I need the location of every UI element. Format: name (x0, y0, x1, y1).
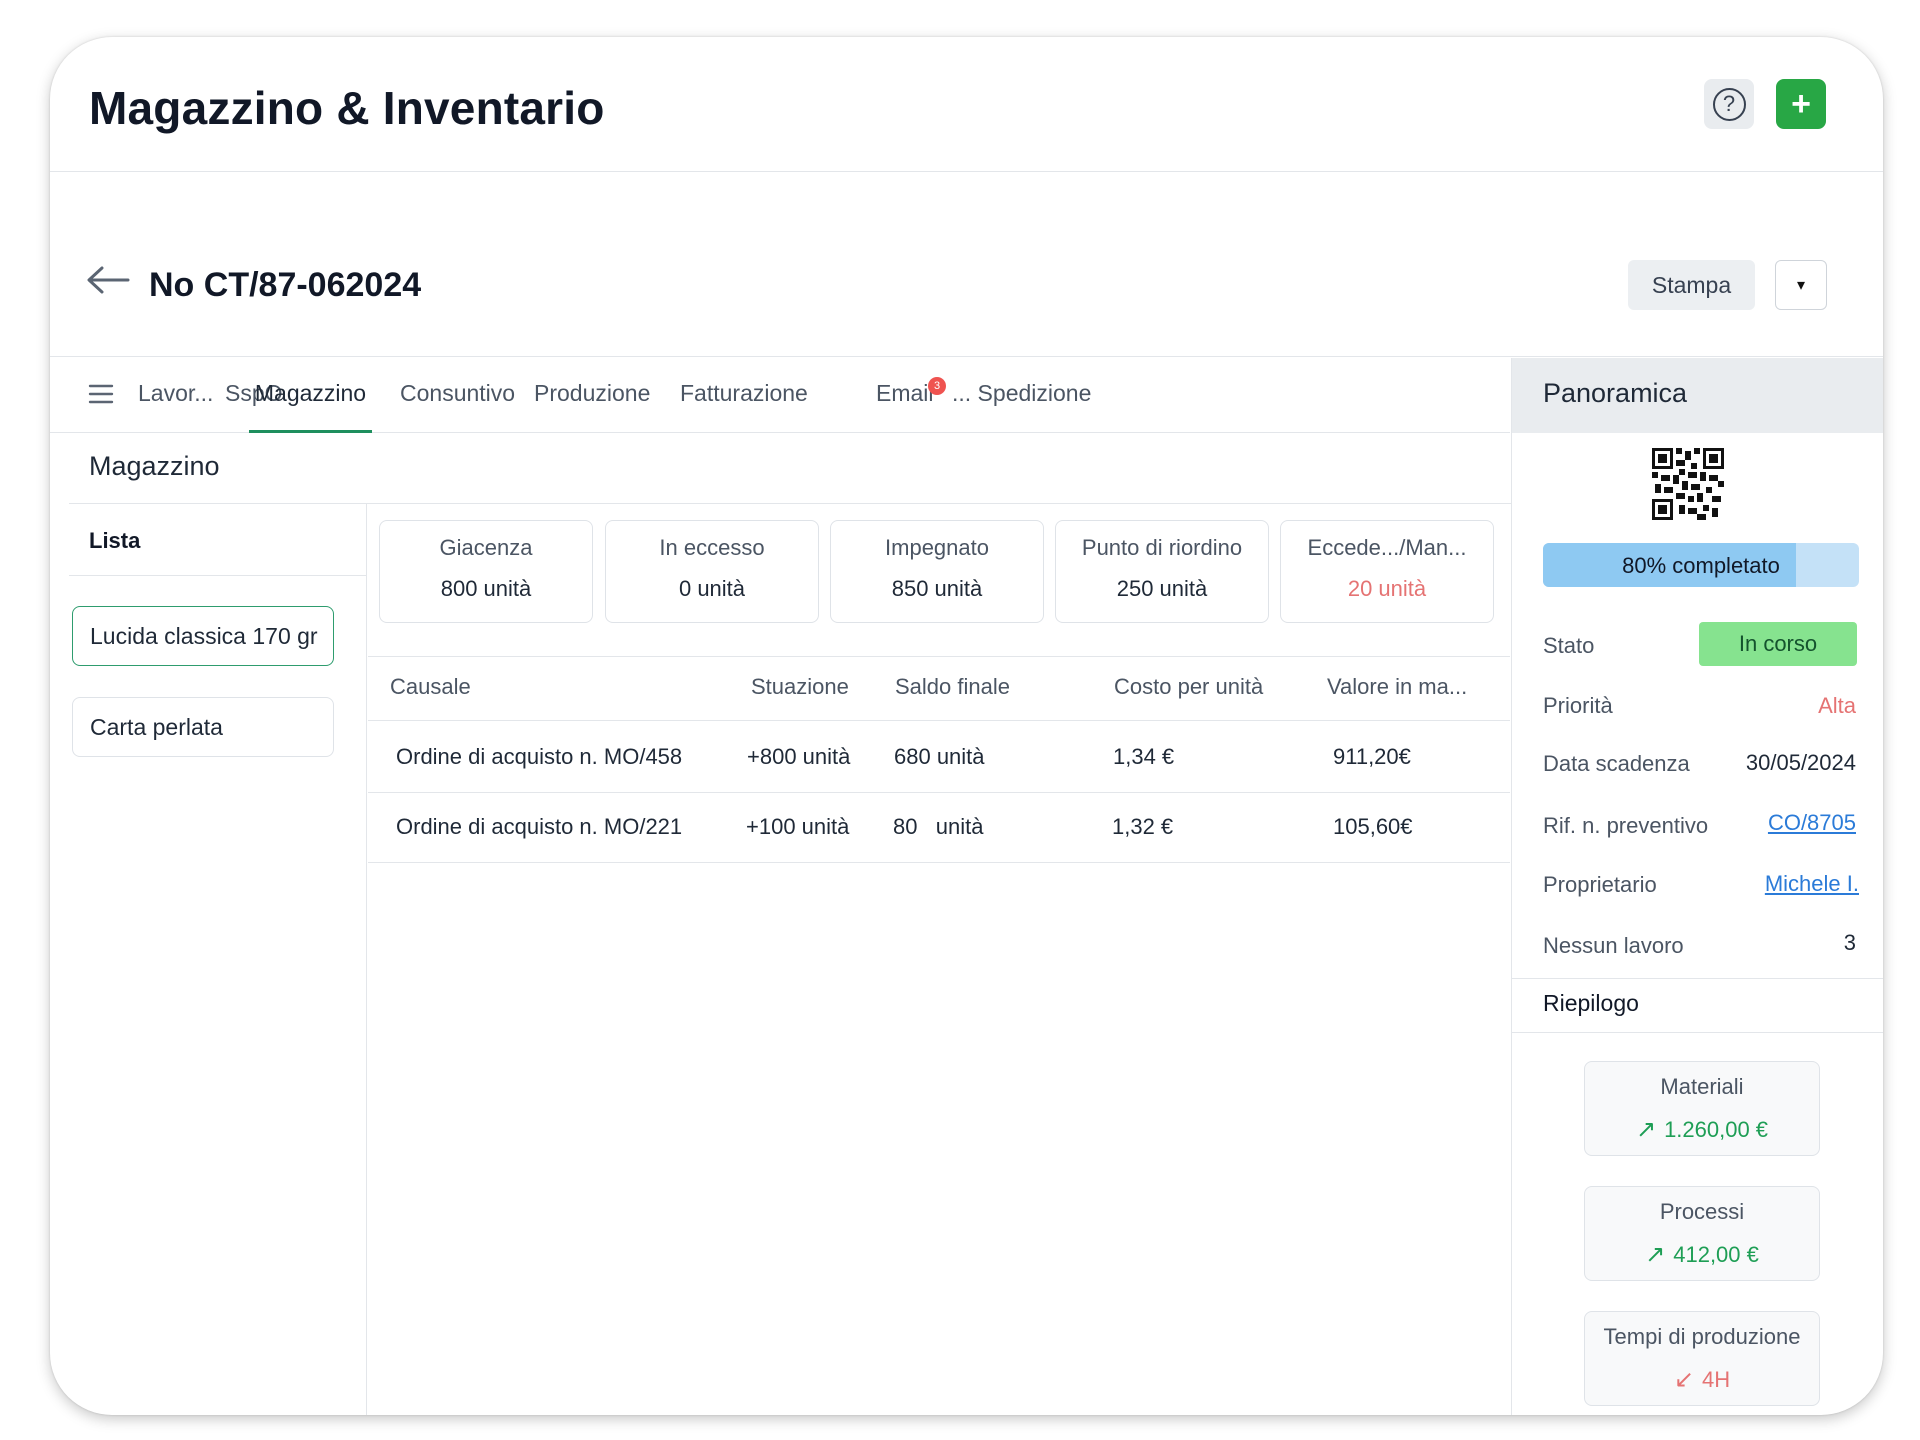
field-label-proprietario: Proprietario (1543, 872, 1657, 897)
tab-lavorazioni[interactable]: Lavor... (138, 358, 213, 433)
summary-card-materiali: Materiali ↗ 1.260,00 € (1584, 1061, 1820, 1156)
stat-card-giacenza: Giacenza 800 unità (379, 520, 593, 623)
tab-magazzino[interactable]: Magazzino (249, 358, 372, 433)
tab-bar: Lavor... SspO Magazzino Consuntivo Produ… (50, 358, 1510, 433)
overview-header: Panoramica (1512, 358, 1883, 433)
field-value-data-scadenza: 30/05/2024 (1745, 750, 1856, 775)
document-header: No CT/87-062024 Stampa ▾ (50, 173, 1883, 357)
column-header-valore[interactable]: Valore in ma... (1327, 674, 1467, 700)
summary-card-tempi-produzione: Tempi di produzione ↙ 4H (1584, 1311, 1820, 1406)
cell-situazione: +100 unità (746, 814, 850, 839)
cell-causale: Ordine di acquisto n. MO/221 (396, 814, 683, 839)
status-badge: In corso (1699, 622, 1857, 666)
tab-produzione[interactable]: Produzione (534, 358, 650, 433)
list-header: Lista (89, 528, 141, 553)
summary-label: Materiali (1660, 1074, 1744, 1099)
app-title: Magazzino & Inventario (89, 82, 605, 134)
list-item-carta-perlata[interactable]: Carta perlata (72, 697, 334, 757)
progress-label: 80% completato (1622, 553, 1780, 578)
item-list: Lista Lucida classica 170 gr Carta perla… (69, 504, 367, 1415)
column-header-saldo-finale[interactable]: Saldo finale (895, 674, 1010, 700)
stat-label: Punto di riordino (1081, 535, 1243, 560)
arrow-up-right-icon: ↗ (1635, 1116, 1657, 1143)
summary-value: ↗ 412,00 € (1645, 1241, 1759, 1268)
stat-label: Giacenza (439, 535, 533, 560)
divider (1512, 1032, 1883, 1033)
summary-value: ↗ 1.260,00 € (1635, 1116, 1769, 1143)
section-title: Magazzino (89, 451, 220, 481)
app-window: Magazzino & Inventario ? + No CT/87-0620… (50, 37, 1883, 1415)
field-label-data-scadenza: Data scadenza (1543, 751, 1690, 776)
summary-card-processi: Processi ↗ 412,00 € (1584, 1186, 1820, 1281)
add-button[interactable]: + (1776, 79, 1826, 129)
link-rif-preventivo[interactable]: CO/8705 (1768, 810, 1856, 836)
completion-progress-bar: 80% completato (1543, 543, 1859, 587)
summary-label: Processi (1659, 1199, 1745, 1224)
cell-valore: 911,20€ (1333, 744, 1411, 769)
field-label-nessun-lavoro: Nessun lavoro (1543, 933, 1684, 958)
more-dropdown-button[interactable]: ▾ (1775, 260, 1827, 310)
arrow-down-left-icon: ↙ (1673, 1366, 1694, 1393)
table-divider (368, 656, 1510, 657)
tab-consuntivo[interactable]: Consuntivo (400, 358, 515, 433)
summary-title: Riepilogo (1543, 990, 1639, 1016)
question-circle-icon: ? (1712, 87, 1746, 121)
column-header-causale[interactable]: Causale (390, 674, 471, 700)
app-header: Magazzino & Inventario ? + (50, 37, 1883, 172)
table-divider (368, 720, 1510, 721)
cell-situazione: +800 unità (747, 744, 851, 769)
stat-card-eccedenza: Eccede.../Man... 20 unità (1280, 520, 1494, 623)
arrow-up-right-icon: ↗ (1645, 1241, 1666, 1268)
cell-saldo-finale: 680 unità (894, 744, 985, 769)
print-button[interactable]: Stampa (1628, 260, 1755, 310)
field-label-rif-preventivo: Rif. n. preventivo (1543, 813, 1709, 838)
stat-value: 0 unità (678, 576, 746, 601)
document-title: No CT/87-062024 (149, 266, 422, 304)
field-value-priorita: Alta (1818, 693, 1856, 718)
table-divider (368, 862, 1510, 863)
column-header-costo-unita[interactable]: Costo per unità (1114, 674, 1263, 700)
link-proprietario[interactable]: Michele I. (1765, 871, 1859, 897)
caret-down-icon: ▾ (1796, 277, 1806, 294)
cell-valore: 105,60€ (1333, 814, 1413, 839)
tab-spedizione[interactable]: ... Spedizione (952, 358, 1091, 433)
email-count-badge: 3 (928, 377, 946, 395)
column-header-situazione[interactable]: Stuazione (751, 674, 849, 700)
field-label-priorita: Priorità (1543, 693, 1613, 718)
table-divider (368, 792, 1510, 793)
qr-code-icon (1652, 448, 1724, 525)
cell-saldo-finale: 80 unità (893, 814, 984, 839)
stat-label: In eccesso (659, 535, 765, 560)
list-item-lucida-classica[interactable]: Lucida classica 170 gr (72, 606, 334, 666)
stat-card-punto-riordino: Punto di riordino 250 unità (1055, 520, 1269, 623)
overview-panel: Panoramica 80% completato Stato In corso… (1511, 358, 1883, 1415)
divider (69, 575, 366, 576)
field-value-nessun-lavoro: 3 (1843, 930, 1856, 955)
tab-fatturazione[interactable]: Fatturazione (680, 358, 808, 433)
stat-value: 250 unità (1116, 576, 1208, 601)
summary-value: ↙ 4H (1673, 1366, 1731, 1393)
summary-label: Tempi di produzione (1603, 1324, 1801, 1349)
cell-costo-unita: 1,34 € (1113, 744, 1175, 769)
stat-value: 20 unità (1347, 576, 1427, 601)
overview-title: Panoramica (1543, 378, 1688, 408)
help-button[interactable]: ? (1704, 79, 1754, 129)
hamburger-menu-icon[interactable] (88, 383, 114, 410)
field-label-stato: Stato (1543, 633, 1595, 658)
stat-label: Impegnato (885, 535, 989, 560)
cell-costo-unita: 1,32 € (1112, 814, 1174, 839)
stat-card-impegnato: Impegnato 850 unità (830, 520, 1044, 623)
stat-label: Eccede.../Man... (1307, 535, 1467, 560)
stat-value: 800 unità (440, 576, 532, 601)
stat-card-in-eccesso: In eccesso 0 unità (605, 520, 819, 623)
tab-email[interactable]: Email (876, 358, 934, 433)
stat-value: 850 unità (891, 576, 983, 601)
cell-causale: Ordine di acquisto n. MO/458 (396, 744, 683, 769)
divider (1512, 978, 1883, 979)
back-arrow-icon[interactable] (86, 265, 130, 300)
